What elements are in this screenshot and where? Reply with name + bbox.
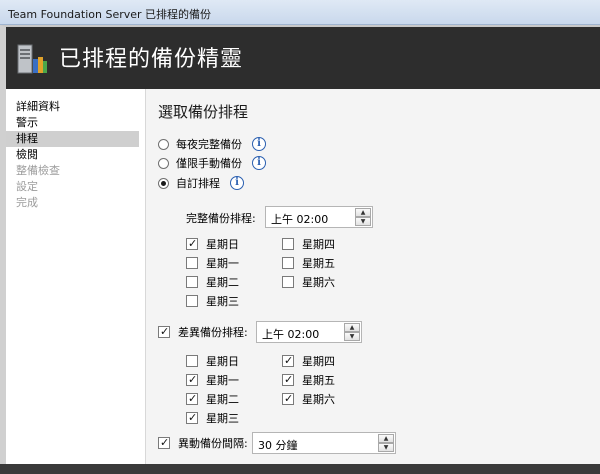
transaction-interval-value: 30 分鐘 [258,439,298,452]
checkbox[interactable] [186,257,198,269]
footer-bar [0,464,600,474]
full-time-picker[interactable]: 上午 02:00 ▲ ▼ [265,206,373,228]
checkbox[interactable] [282,373,294,386]
day-label: 星期二 [206,276,239,289]
wizard-nav: 詳細資料 警示 排程 檢閱 整備檢查 設定 完成 [0,89,145,464]
diff-enabled-checkbox[interactable] [158,325,170,338]
nav-item-details[interactable]: 詳細資料 [6,99,139,115]
day-label: 星期四 [302,238,335,251]
day-label: 星期六 [302,393,335,406]
option-manual-only[interactable]: 僅限手動備份 i [158,155,266,171]
transaction-label: 異動備份間隔: [178,437,248,450]
diff-day-fri[interactable]: 星期五 [282,373,335,387]
nav-item-schedule[interactable]: 排程 [6,131,139,147]
spin-down-button[interactable]: ▼ [344,332,360,341]
window-title: Team Foundation Server 已排程的備份 [8,8,212,21]
day-label: 星期六 [302,276,335,289]
full-day-fri[interactable]: 星期五 [282,256,335,270]
diff-day-mon[interactable]: 星期一 [186,373,239,387]
full-day-tue[interactable]: 星期二 [186,275,239,289]
day-label: 星期三 [206,412,239,425]
info-icon[interactable]: i [252,137,266,151]
full-day-wed[interactable]: 星期三 [186,294,239,308]
full-day-thu[interactable]: 星期四 [282,237,335,251]
diff-day-thu[interactable]: 星期四 [282,354,335,368]
checkbox[interactable] [186,237,198,250]
server-backup-icon [17,44,47,74]
info-icon[interactable]: i [230,176,244,190]
spin-down-button[interactable]: ▼ [378,443,394,452]
option-manual-only-label: 僅限手動備份 [176,157,242,170]
transaction-interval-picker[interactable]: 30 分鐘 ▲ ▼ [252,432,396,454]
full-time-value: 上午 02:00 [271,213,329,226]
day-label: 星期一 [206,257,239,270]
full-day-sun[interactable]: 星期日 [186,237,239,251]
spin-up-button[interactable]: ▲ [355,208,371,217]
spin-up-button[interactable]: ▲ [378,434,394,443]
diff-time-picker[interactable]: 上午 02:00 ▲ ▼ [256,321,362,343]
radio-manual-only[interactable] [158,157,169,169]
checkbox[interactable] [282,392,294,405]
wizard-header: 已排程的備份精靈 [0,25,600,89]
checkbox[interactable] [186,392,198,405]
full-day-sat[interactable]: 星期六 [282,275,335,289]
checkbox[interactable] [282,354,294,367]
option-custom[interactable]: 自訂排程 i [158,175,244,191]
wizard-title: 已排程的備份精靈 [59,47,244,72]
day-label: 星期一 [206,374,239,387]
checkbox[interactable] [186,276,198,288]
page-heading: 選取備份排程 [158,103,249,121]
day-label: 星期四 [302,355,335,368]
nav-item-review[interactable]: 檢閱 [6,147,139,163]
transaction-toggle[interactable]: 異動備份間隔: [158,436,248,450]
window-title-bar: Team Foundation Server 已排程的備份 [0,0,600,25]
radio-nightly-full[interactable] [158,138,169,150]
transaction-enabled-checkbox[interactable] [158,436,170,449]
checkbox[interactable] [186,411,198,424]
info-icon[interactable]: i [252,156,266,170]
nav-item-alerts[interactable]: 警示 [6,115,139,131]
checkbox[interactable] [186,295,198,307]
diff-day-sun[interactable]: 星期日 [186,354,239,368]
spin-down-button[interactable]: ▼ [355,217,371,226]
diff-time-value: 上午 02:00 [262,328,320,341]
radio-custom[interactable] [158,177,169,189]
diff-day-sat[interactable]: 星期六 [282,392,335,406]
checkbox[interactable] [282,238,294,250]
diff-schedule-toggle[interactable]: 差異備份排程: [158,325,248,339]
option-nightly-full-label: 每夜完整備份 [176,138,242,151]
day-label: 星期三 [206,295,239,308]
day-label: 星期五 [302,374,335,387]
nav-item-configure: 設定 [16,180,38,193]
checkbox[interactable] [282,257,294,269]
day-label: 星期日 [206,355,239,368]
schedule-panel: 選取備份排程 每夜完整備份 i 僅限手動備份 i 自訂排程 i 完整備份排程: … [145,89,600,464]
option-nightly-full[interactable]: 每夜完整備份 i [158,136,266,152]
checkbox[interactable] [186,373,198,386]
spin-up-button[interactable]: ▲ [344,323,360,332]
diff-day-tue[interactable]: 星期二 [186,392,239,406]
day-label: 星期日 [206,238,239,251]
day-label: 星期二 [206,393,239,406]
checkbox[interactable] [186,355,198,367]
nav-item-complete: 完成 [16,196,38,209]
option-custom-label: 自訂排程 [176,177,220,190]
nav-item-readiness-check: 整備檢查 [16,164,60,177]
diff-schedule-label: 差異備份排程: [178,326,248,339]
day-label: 星期五 [302,257,335,270]
diff-day-wed[interactable]: 星期三 [186,411,239,425]
checkbox[interactable] [282,276,294,288]
full-day-mon[interactable]: 星期一 [186,256,239,270]
full-schedule-label: 完整備份排程: [186,212,256,225]
